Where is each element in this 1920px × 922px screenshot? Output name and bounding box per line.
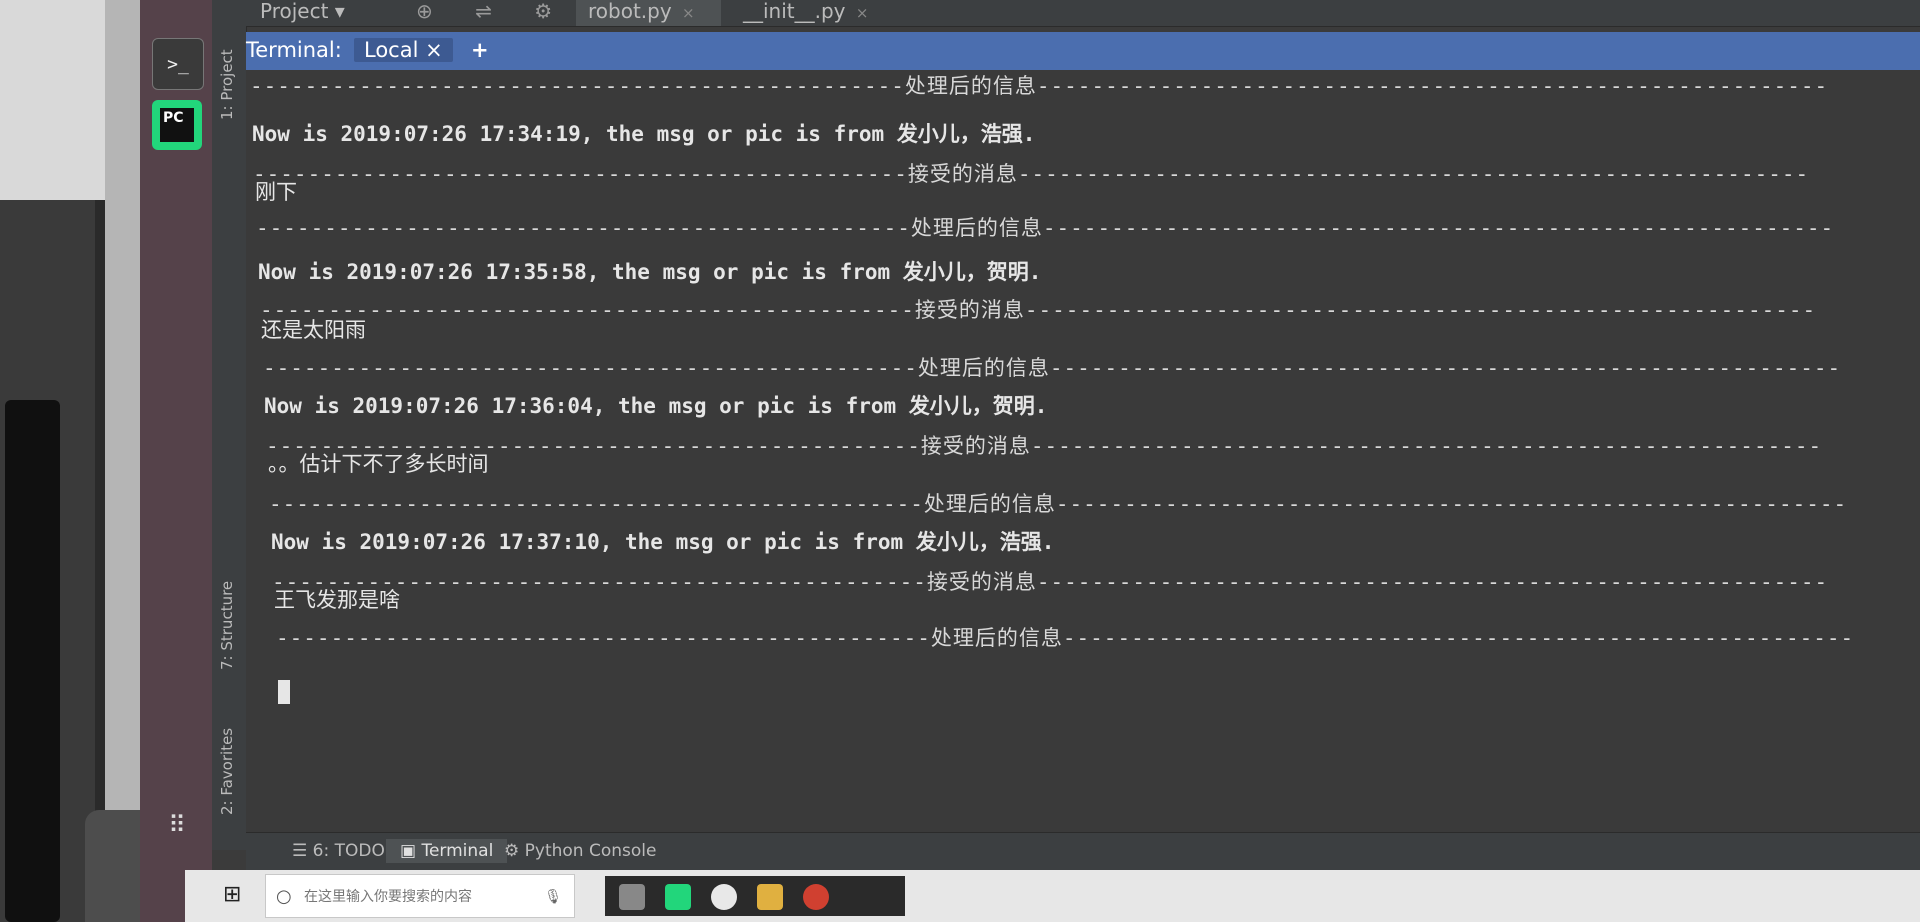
tab-terminal-local[interactable]: Local × <box>354 38 453 62</box>
received-text-line: 王飞发那是啥 <box>274 588 400 612</box>
tool-python-console[interactable]: ⚙ Python Console <box>504 841 656 861</box>
task-view-icon[interactable] <box>619 884 645 910</box>
project-view-selector[interactable]: Project ▾ <box>260 0 345 26</box>
separator-line: ----------------------------------------… <box>250 74 1829 98</box>
tool-project[interactable]: 1: Project <box>218 0 236 120</box>
left-tool-strip: 1: Project 7: Structure 2: Favorites <box>212 0 247 850</box>
terminal-cursor <box>278 680 290 704</box>
separator-line: ----------------------------------------… <box>263 356 1842 380</box>
log-message-line: Now is 2019:07:26 17:34:19, the msg or p… <box>252 122 1036 146</box>
windows-taskbar: ⊞ ○ 在这里输入你要搜索的内容 🎙 <box>185 870 1920 922</box>
tab-robot-label: robot.py <box>588 0 672 23</box>
bottom-tool-bar: ☰ 6: TODO ▣ Terminal ⚙ Python Console <box>246 832 1920 871</box>
pycharm-taskbar-icon[interactable] <box>665 884 691 910</box>
background-speaker <box>5 400 60 922</box>
tool-terminal[interactable]: ▣ Terminal <box>386 839 508 863</box>
log-message-line: Now is 2019:07:26 17:37:10, the msg or p… <box>271 530 1055 554</box>
separator-line: ----------------------------------------… <box>256 216 1835 240</box>
editor-tab-bar: Project ▾ ⊕ ⇌ ⚙ — robot.py × __init__.py… <box>246 0 1920 27</box>
terminal-header: Terminal: Local × + <box>246 32 1920 70</box>
separator-line: ----------------------------------------… <box>260 298 1817 322</box>
log-message-line: Now is 2019:07:26 17:35:58, the msg or p… <box>258 260 1042 284</box>
show-apps-icon[interactable]: ⠿ <box>152 800 202 850</box>
pycharm-icon-label: PC <box>160 108 194 142</box>
new-session-button[interactable]: + <box>471 38 489 62</box>
terminal-title: Terminal: <box>246 38 342 62</box>
close-icon[interactable]: × <box>856 4 869 22</box>
microphone-icon[interactable]: 🎙 <box>544 875 562 919</box>
received-text-line: 刚下 <box>255 180 297 204</box>
file-explorer-icon[interactable] <box>757 884 783 910</box>
received-text-line: 。。估计下不了多长时间 <box>268 452 489 476</box>
ubuntu-launcher: >_ PC ⠿ <box>140 0 212 922</box>
log-message-line: Now is 2019:07:26 17:36:04, the msg or p… <box>264 394 1048 418</box>
tab-init-py[interactable]: __init__.py × <box>731 0 886 26</box>
tab-init-label: __init__.py <box>743 0 846 23</box>
separator-line: ----------------------------------------… <box>266 434 1823 458</box>
search-placeholder: 在这里输入你要搜索的内容 <box>304 889 472 905</box>
tool-favorites[interactable]: 2: Favorites <box>218 685 236 815</box>
received-text-line: 还是太阳雨 <box>261 318 366 342</box>
separator-line: ----------------------------------------… <box>276 626 1855 650</box>
tab-robot-py[interactable]: robot.py × <box>576 0 721 26</box>
monitor-screen: >_ PC ⠿ 1: Project 7: Structure 2: Favor… <box>140 0 1920 922</box>
taskbar-search-input[interactable]: ○ 在这里输入你要搜索的内容 🎙 <box>265 874 575 918</box>
separator-line: ----------------------------------------… <box>272 570 1829 594</box>
tool-structure[interactable]: 7: Structure <box>218 540 236 670</box>
windows-start-icon[interactable]: ⊞ <box>223 882 251 910</box>
close-icon[interactable]: × <box>682 4 695 22</box>
search-icon: ○ <box>276 886 292 907</box>
terminal-output[interactable]: ----------------------------------------… <box>246 70 1920 832</box>
separator-line: ----------------------------------------… <box>269 492 1848 516</box>
background-wall <box>0 0 105 200</box>
terminal-app-icon[interactable]: >_ <box>152 38 204 90</box>
clock-app-icon[interactable] <box>711 884 737 910</box>
pycharm-app-icon[interactable]: PC <box>152 100 202 150</box>
separator-line: ----------------------------------------… <box>253 162 1810 186</box>
tool-todo[interactable]: ☰ 6: TODO <box>292 841 385 861</box>
taskbar-app-icons <box>605 876 905 916</box>
chrome-icon[interactable] <box>803 884 829 910</box>
